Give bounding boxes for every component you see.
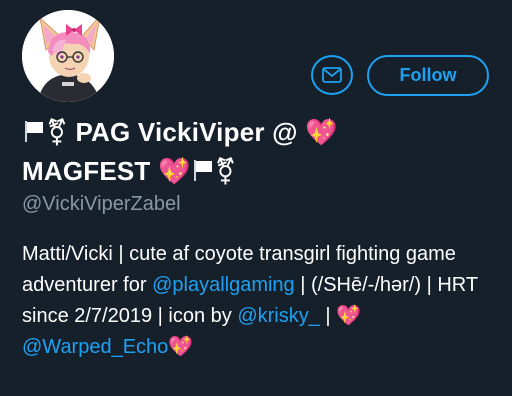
white-flag-icon — [22, 116, 46, 153]
mention-link-warped-echo[interactable]: @Warped_Echo — [22, 336, 168, 358]
message-button[interactable] — [311, 55, 353, 95]
avatar-illustration — [22, 10, 114, 102]
display-name-line-2: MAGFEST 💖 ⚧ — [22, 153, 492, 192]
display-name: ⚧ PAG VickiViper @ 💖 MAGFEST 💖 ⚧ — [22, 114, 492, 192]
bio-text: | — [319, 305, 337, 327]
avatar[interactable] — [22, 10, 114, 102]
user-handle: @VickiViperZabel — [22, 193, 181, 215]
profile-bio: Matti/Vicki | cute af coyote transgirl f… — [22, 239, 502, 363]
envelope-icon — [322, 67, 342, 83]
mention-link-krisky[interactable]: @krisky_ — [237, 305, 320, 327]
white-flag-icon — [191, 155, 215, 192]
mention-link-playallgaming[interactable]: @playallgaming — [152, 274, 295, 296]
transgender-symbol-icon: ⚧ — [214, 156, 237, 186]
sparkling-heart-icon: 💖 — [168, 336, 194, 358]
sparkling-heart-icon: 💖 — [336, 305, 362, 327]
follow-button[interactable]: Follow — [367, 55, 489, 96]
sparkling-heart-icon: 💖 — [157, 156, 191, 186]
sparkling-heart-icon: 💖 — [305, 117, 338, 147]
display-name-line-1: ⚧ PAG VickiViper @ 💖 — [22, 114, 492, 153]
display-name-text-2: MAGFEST — [22, 156, 151, 186]
display-name-text: PAG VickiViper @ — [75, 117, 298, 147]
transgender-symbol-icon: ⚧ — [46, 117, 68, 147]
